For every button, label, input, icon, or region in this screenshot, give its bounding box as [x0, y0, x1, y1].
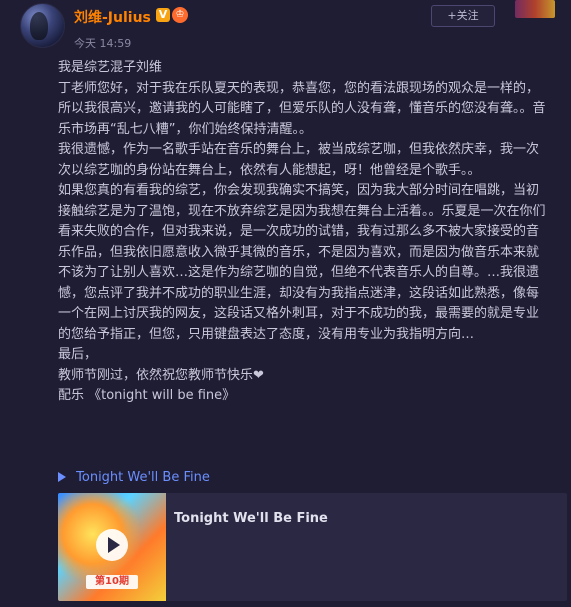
music-cover[interactable]: 第10期	[58, 493, 166, 601]
author-name[interactable]: 刘维-Julius	[74, 7, 151, 27]
play-button-icon[interactable]	[96, 529, 128, 561]
episode-label: 第10期	[86, 575, 138, 589]
music-card[interactable]: 第10期 Tonight We'll Be Fine	[58, 493, 567, 601]
verified-badge-icon: V	[156, 8, 170, 22]
post-body: 我是综艺混子刘维 丁老师您好，对于我在乐队夏天的表现，恭喜您，您的看法跟现场的观…	[58, 60, 546, 403]
top-right-thumbnail[interactable]	[515, 0, 555, 18]
post-timestamp[interactable]: 今天 14:59	[74, 35, 131, 51]
music-card-title[interactable]: Tonight We'll Be Fine	[174, 511, 328, 526]
post-header: 刘维-Julius V ♔ 今天 14:59 +关注	[16, 0, 555, 58]
follow-label: +关注	[447, 9, 479, 22]
weibo-post: 刘维-Julius V ♔ 今天 14:59 +关注 我是综艺混子刘维 丁老师您…	[0, 0, 571, 607]
play-icon	[58, 472, 66, 482]
music-link[interactable]: Tonight We'll Be Fine	[58, 470, 210, 485]
follow-button[interactable]: +关注	[431, 5, 495, 27]
music-link-text: Tonight We'll Be Fine	[76, 470, 210, 485]
crown-badge-icon: ♔	[172, 7, 188, 23]
author-avatar[interactable]	[20, 3, 65, 48]
